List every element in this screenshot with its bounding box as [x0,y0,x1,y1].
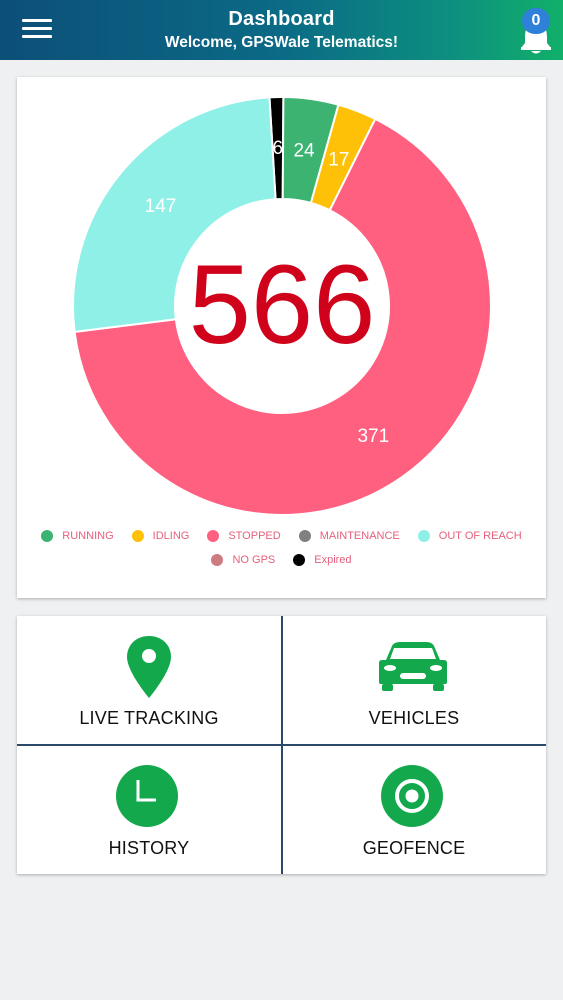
app-header: Dashboard Welcome, GPSWale Telematics! 0 [0,0,563,60]
legend-label-idling: IDLING [152,530,190,542]
history-tile[interactable]: HISTORY [17,746,281,875]
legend-label-maintenance: MAINTENANCE [319,530,400,542]
legend-label-out-of-reach: OUT OF REACH [438,530,522,542]
legend-label-stopped: STOPPED [228,530,281,542]
chart-legend-row-2: NO GPS Expired [17,554,546,566]
legend-dot-maintenance [298,530,311,542]
legend-dot-out-of-reach [417,530,430,542]
legend-label-no-gps: NO GPS [232,554,276,566]
donut-value-label-stopped: 371 [357,426,389,447]
grid-divider-horizontal [17,744,546,746]
legend-item-stopped[interactable]: STOPPED [207,530,281,542]
dashboard-menu-grid: LIVE TRACKING VEHICLES HISTORY GEOFENCE [17,616,546,874]
target-icon [381,765,443,827]
page-title: Dashboard [228,8,335,30]
legend-item-no-gps[interactable]: NO GPS [211,554,275,566]
map-pin-icon [127,636,171,698]
legend-dot-expired [293,554,306,566]
legend-item-expired[interactable]: Expired [293,554,352,566]
car-icon [379,642,447,691]
history-label: HISTORY [108,838,190,858]
vehicles-tile[interactable]: VEHICLES [282,616,546,745]
legend-dot-no-gps [211,554,224,566]
total-vehicles-count: 566 [188,242,376,367]
legend-dot-idling [131,530,144,542]
donut-value-label-idling: 17 [328,150,349,171]
geofence-label: GEOFENCE [362,838,466,858]
donut-value-label-expired: 6 [272,138,283,159]
legend-item-running[interactable]: RUNNING [41,530,114,542]
vehicles-label: VEHICLES [368,708,460,728]
live-tracking-tile[interactable]: LIVE TRACKING [17,616,281,745]
vehicle-status-chart-card: 6 24 17 371 147 566 RUNNING IDLING STOPPED M… [17,77,546,598]
legend-item-out-of-reach[interactable]: OUT OF REACH [417,530,522,542]
legend-item-idling[interactable]: IDLING [131,530,190,542]
notifications-button[interactable]: 0 [516,8,556,56]
live-tracking-label: LIVE TRACKING [79,708,219,728]
legend-label-running: RUNNING [62,530,114,542]
legend-label-expired: Expired [314,554,352,566]
chart-legend-row-1: RUNNING IDLING STOPPED MAINTENANCE OUT O… [17,530,546,542]
geofence-tile[interactable]: GEOFENCE [282,746,546,875]
welcome-subtitle: Welcome, GPSWale Telematics! [164,34,399,51]
donut-value-label-out-of-reach: 147 [145,196,177,217]
legend-item-maintenance[interactable]: MAINTENANCE [298,530,400,542]
legend-dot-stopped [207,530,220,542]
donut-value-label-running: 24 [293,141,315,162]
notification-count-badge: 0 [522,8,550,34]
legend-dot-running [41,530,54,542]
clock-icon [116,765,178,827]
